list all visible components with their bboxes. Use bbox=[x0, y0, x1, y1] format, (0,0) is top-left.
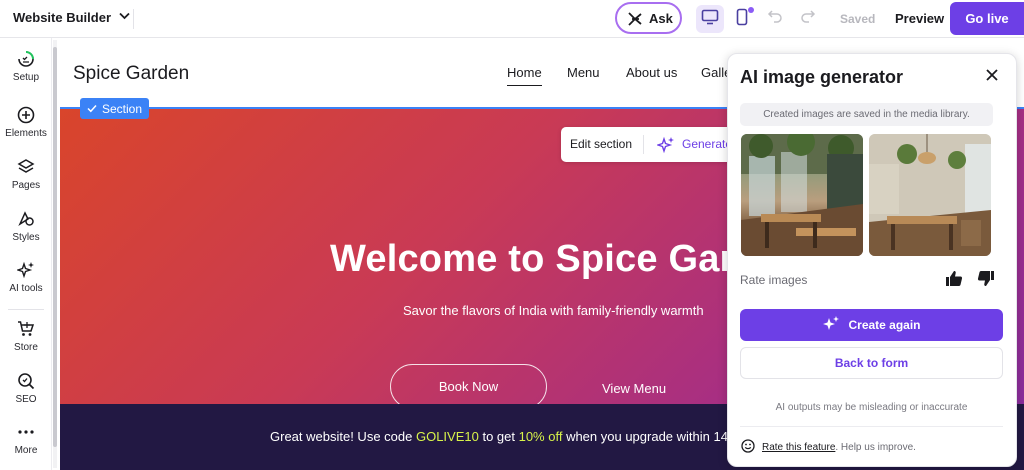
thumbs-down-icon[interactable] bbox=[977, 270, 995, 292]
layers-icon bbox=[17, 158, 35, 176]
left-sidebar bbox=[0, 38, 52, 470]
ask-ai-icon bbox=[627, 11, 642, 26]
sidebar-item-more[interactable]: More bbox=[0, 423, 52, 456]
app-title-dropdown[interactable]: Website Builder bbox=[13, 10, 130, 25]
sidebar-item-label: Elements bbox=[5, 128, 47, 139]
ai-disclaimer: AI outputs may be misleading or inaccura… bbox=[775, 402, 968, 413]
sidebar-item-setup[interactable]: Setup bbox=[0, 50, 52, 83]
create-again-button[interactable]: Create again bbox=[740, 309, 1003, 341]
sidebar-item-label: Setup bbox=[12, 72, 40, 83]
panel-title: AI image generator bbox=[740, 67, 904, 87]
promo-mid: to get bbox=[478, 429, 519, 444]
thumbs-up-icon[interactable] bbox=[945, 270, 963, 292]
sidebar-item-label: AI tools bbox=[9, 283, 43, 294]
hero-subtitle[interactable]: Savor the flavors of India with family-f… bbox=[403, 303, 704, 318]
nav-link-about[interactable]: About us bbox=[626, 65, 677, 80]
restaurant-image-art bbox=[869, 134, 991, 256]
sidebar-item-pages[interactable]: Pages bbox=[0, 158, 52, 191]
ask-label: Ask bbox=[649, 10, 673, 26]
sparkles-icon bbox=[17, 261, 35, 279]
topbar-divider bbox=[133, 9, 134, 29]
restaurant-image-art bbox=[741, 134, 863, 256]
promo-code: GOLIVE10 bbox=[415, 429, 479, 444]
feedback-row: Rate this feature. Help us improve. bbox=[741, 439, 916, 456]
sidebar-item-styles[interactable]: Styles bbox=[0, 210, 52, 243]
check-icon bbox=[87, 102, 97, 116]
hero-title[interactable]: Welcome to Spice Gard bbox=[330, 238, 758, 281]
generated-image-2[interactable] bbox=[869, 134, 991, 256]
palette-icon bbox=[17, 210, 35, 228]
desktop-view-button[interactable] bbox=[696, 5, 724, 33]
sidebar-item-label: SEO bbox=[15, 394, 37, 405]
seo-search-icon bbox=[17, 372, 35, 390]
sparkles-icon bbox=[822, 315, 840, 336]
ask-button[interactable]: Ask bbox=[615, 2, 682, 34]
cart-icon bbox=[17, 320, 35, 338]
back-to-form-button[interactable]: Back to form bbox=[740, 347, 1003, 379]
promo-text: Great website! Use code GOLIVE10 to get … bbox=[270, 429, 728, 444]
undo-icon[interactable] bbox=[767, 8, 783, 29]
chevron-down-icon bbox=[119, 12, 130, 23]
panel-divider bbox=[740, 426, 1003, 427]
plus-circle-icon bbox=[17, 106, 35, 124]
redo-icon[interactable] bbox=[800, 8, 816, 29]
sidebar-item-label: More bbox=[14, 445, 38, 456]
nav-link-home[interactable]: Home bbox=[507, 65, 542, 86]
help-text: . Help us improve. bbox=[835, 442, 916, 453]
generate-button[interactable]: Generate bbox=[682, 137, 732, 151]
nav-link-menu[interactable]: Menu bbox=[567, 65, 600, 80]
promo-discount: 10% off bbox=[518, 429, 563, 444]
sidebar-item-label: Store bbox=[14, 342, 38, 353]
sidebar-scrollbar-thumb[interactable] bbox=[53, 47, 57, 447]
media-library-note: Created images are saved in the media li… bbox=[740, 103, 993, 126]
site-title[interactable]: Spice Garden bbox=[73, 63, 189, 85]
edit-section-button[interactable]: Edit section bbox=[570, 137, 632, 151]
go-live-button[interactable]: Go live bbox=[950, 2, 1024, 35]
sidebar-divider bbox=[8, 309, 44, 310]
setup-checklist-icon bbox=[17, 50, 35, 68]
sidebar-item-ai-tools[interactable]: AI tools bbox=[0, 261, 52, 294]
desktop-icon bbox=[701, 9, 719, 30]
close-icon[interactable] bbox=[985, 66, 999, 87]
sidebar-item-seo[interactable]: SEO bbox=[0, 372, 52, 405]
create-again-label: Create again bbox=[848, 318, 921, 332]
sparkles-icon bbox=[655, 136, 675, 157]
rate-images-label: Rate images bbox=[740, 273, 808, 287]
sidebar-item-store[interactable]: Store bbox=[0, 320, 52, 353]
saved-status: Saved bbox=[840, 12, 876, 26]
smiley-icon bbox=[741, 439, 755, 456]
rate-feature-link[interactable]: Rate this feature bbox=[762, 442, 835, 453]
book-now-button[interactable]: Book Now bbox=[390, 364, 547, 409]
preview-button[interactable]: Preview bbox=[895, 11, 944, 26]
mobile-icon bbox=[736, 8, 748, 31]
section-toolbar: Edit section Generate bbox=[561, 127, 741, 162]
section-tag[interactable]: Section bbox=[80, 98, 150, 119]
promo-prefix: Great website! Use code bbox=[270, 429, 416, 444]
more-dots-icon bbox=[17, 423, 35, 441]
sidebar-item-label: Pages bbox=[11, 180, 41, 191]
view-menu-button[interactable]: View Menu bbox=[602, 381, 666, 396]
generated-image-1[interactable] bbox=[741, 134, 863, 256]
notification-dot bbox=[748, 7, 754, 13]
sidebar-item-label: Styles bbox=[12, 232, 40, 243]
app-title: Website Builder bbox=[13, 10, 112, 25]
section-tag-label: Section bbox=[102, 101, 143, 116]
promo-suffix: when you upgrade within 14 bbox=[562, 429, 728, 444]
sidebar-item-elements[interactable]: Elements bbox=[0, 106, 52, 139]
mobile-view-button[interactable] bbox=[728, 5, 756, 33]
toolbar-divider bbox=[643, 135, 644, 154]
